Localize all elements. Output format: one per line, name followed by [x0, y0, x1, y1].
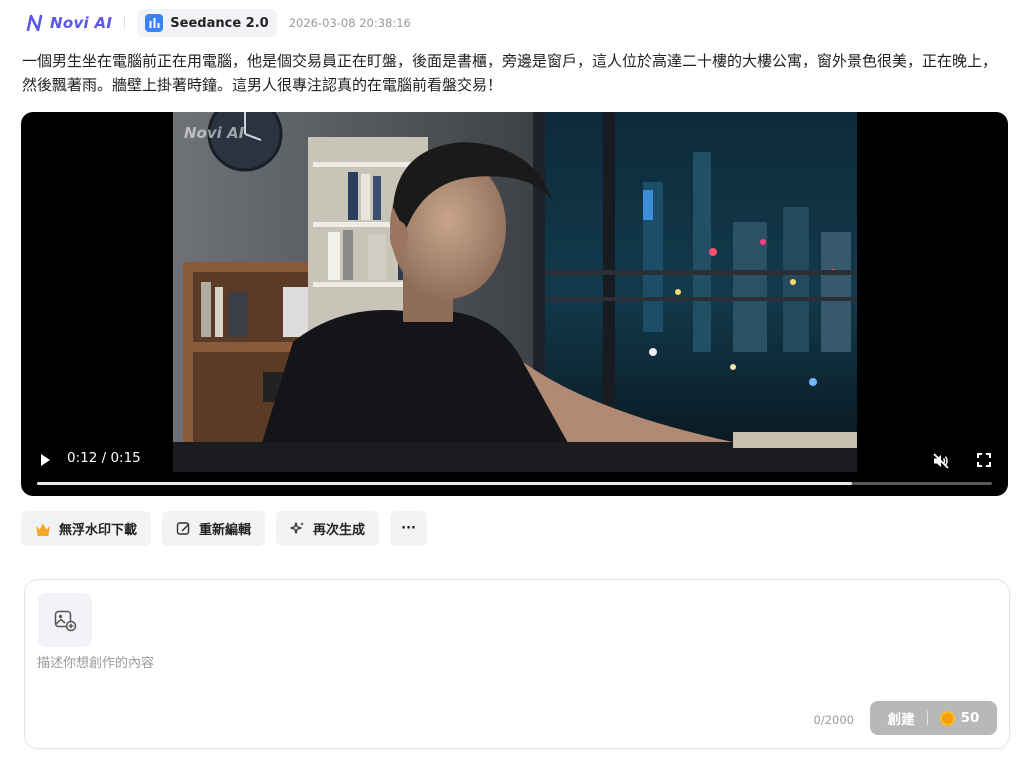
play-icon	[41, 454, 50, 466]
brand-logo[interactable]: Novi AI	[26, 14, 112, 32]
create-divider	[926, 711, 928, 725]
image-add-icon	[54, 610, 77, 632]
reedit-label: 重新編輯	[199, 523, 252, 538]
coin-icon	[939, 710, 955, 726]
model-name: Seedance 2.0	[170, 15, 269, 31]
mute-button[interactable]	[932, 452, 950, 470]
prompt-composer: 0/2000 創建 50	[24, 579, 1010, 749]
fullscreen-icon	[977, 453, 991, 467]
download-no-watermark-button[interactable]: 無浮水印下載	[21, 511, 152, 546]
edit-icon	[176, 522, 190, 535]
header-divider	[124, 16, 126, 30]
download-label: 無浮水印下載	[59, 523, 138, 538]
muted-speaker-icon	[933, 453, 949, 469]
prompt-text: 一個男生坐在電腦前正在用電腦，他是個交易員正在盯盤，後面是書櫃，旁邊是窗戶，這人…	[22, 52, 998, 94]
brand-name: Novi AI	[50, 14, 113, 32]
action-bar: 無浮水印下載 重新編輯 再次生成 ···	[21, 511, 438, 546]
video-player[interactable]: Novi AI 0:12 / 0:15	[21, 112, 1008, 496]
crown-icon	[36, 523, 50, 536]
novi-logo-icon	[26, 15, 43, 31]
bar-chart-icon	[145, 14, 164, 32]
play-button[interactable]	[37, 452, 53, 468]
header: Novi AI Seedance 2.0 2026-03-08 20:38:16	[26, 8, 411, 38]
model-chip[interactable]: Seedance 2.0	[137, 9, 277, 37]
video-time: 0:12 / 0:15	[67, 450, 141, 466]
more-button[interactable]: ···	[390, 511, 428, 546]
fullscreen-button[interactable]	[976, 452, 992, 468]
reedit-button[interactable]: 重新編輯	[162, 511, 266, 546]
regenerate-button[interactable]: 再次生成	[276, 511, 380, 546]
timestamp: 2026-03-08 20:38:16	[288, 16, 411, 30]
video-controls: 0:12 / 0:15	[21, 436, 1008, 496]
credit-cost: 50	[960, 710, 980, 726]
progress-bar[interactable]	[37, 482, 992, 485]
char-counter: 0/2000	[813, 713, 854, 727]
create-label: 創建	[887, 712, 915, 728]
regenerate-label: 再次生成	[313, 523, 366, 538]
upload-image-button[interactable]	[38, 593, 92, 647]
more-icon: ···	[401, 521, 416, 536]
sparkle-icon	[290, 522, 305, 534]
progress-fill	[37, 482, 852, 485]
prompt-input[interactable]	[37, 652, 797, 676]
video-watermark: Novi AI	[184, 124, 245, 142]
video-frame	[173, 112, 857, 472]
create-button[interactable]: 創建 50	[870, 701, 997, 735]
